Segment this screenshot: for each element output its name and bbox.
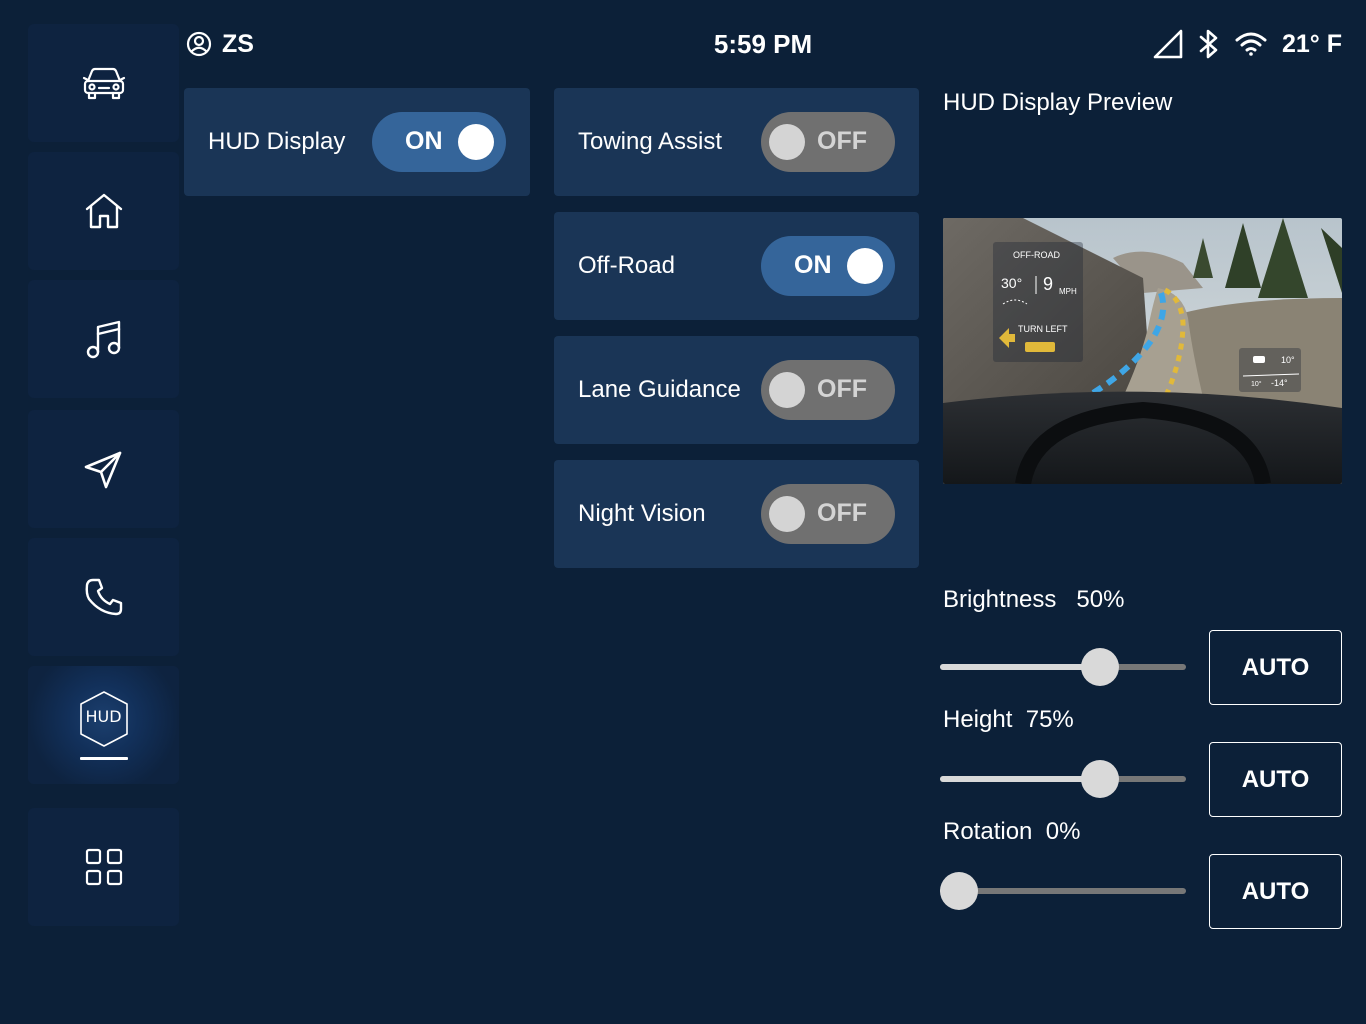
sidebar-item-vehicle[interactable] [28,24,179,142]
brightness-fill [940,664,1100,670]
towing-assist-toggle[interactable]: OFF [761,112,895,172]
user-profile[interactable]: ZS [186,30,254,58]
night-vision-toggle[interactable]: OFF [761,484,895,544]
night-vision-label: Night Vision [578,500,706,527]
toggle-knob [847,248,883,284]
overlay-speed-unit: MPH [1059,287,1077,296]
grid-icon [85,848,122,886]
toggle-state: OFF [817,499,867,527]
overlay-turn: TURN LEFT [1018,324,1068,334]
height-label: Height 75% [943,706,1074,734]
brightness-label: Brightness 50% [943,586,1124,614]
home-icon [85,193,122,229]
toggle-state: ON [794,251,832,279]
toggle-knob [769,496,805,532]
bluetooth-icon [1199,29,1218,59]
sidebar-item-phone[interactable] [28,538,179,656]
user-avatar-icon [186,31,212,57]
overlay-roll-left: 10° [1251,380,1262,388]
off-road-card: Off-Road ON [554,212,919,320]
sidebar-item-navigation[interactable] [28,410,179,528]
brightness-auto-button[interactable]: AUTO [1209,630,1342,705]
height-value: 75% [1025,706,1074,733]
rotation-label: Rotation 0% [943,818,1080,846]
rotation-thumb[interactable] [940,872,978,910]
hud-label: HUD [85,707,122,726]
music-note-icon [86,320,120,359]
brightness-value: 50% [1076,586,1125,613]
overlay-roll-right: -14° [1271,378,1288,388]
toggle-state: ON [405,127,443,155]
outside-temperature: 21° F [1281,29,1342,58]
off-road-label: Off-Road [578,252,675,279]
hud-display-toggle[interactable]: ON [372,112,506,172]
navigation-arrow-icon [84,451,121,489]
phone-icon [85,578,122,616]
brightness-thumb[interactable] [1080,648,1119,686]
preview-title: HUD Display Preview [943,89,1173,116]
overlay-mode: OFF-ROAD [1013,250,1060,260]
night-vision-card: Night Vision OFF [554,460,919,568]
height-thumb[interactable] [1080,760,1119,798]
cellular-signal-icon [1153,29,1183,59]
rotation-value: 0% [1045,818,1081,845]
user-initials: ZS [222,29,254,58]
off-road-toggle[interactable]: ON [761,236,895,296]
toggle-knob [769,124,805,160]
lane-guidance-label: Lane Guidance [578,376,741,403]
toggle-knob [458,124,494,160]
towing-assist-label: Towing Assist [578,128,723,155]
lane-guidance-toggle[interactable]: OFF [761,360,895,420]
hud-display-label: HUD Display [208,128,346,155]
sidebar-item-music[interactable] [28,280,179,398]
toggle-state: OFF [817,375,867,403]
height-name: Height [943,706,1013,733]
brightness-name: Brightness [943,586,1057,613]
car-icon [82,67,125,100]
hud-preview-image: OFF-ROAD 30° 9 MPH TURN LEFT 10° 10° -14… [943,218,1342,484]
rotation-slider[interactable] [940,872,1186,910]
height-auto-button[interactable]: AUTO [1209,742,1342,817]
overlay-pitch: 10° [1281,355,1295,365]
toggle-state: OFF [817,127,867,155]
brightness-slider[interactable] [940,648,1186,686]
status-indicators: 21° F [1152,26,1342,62]
height-slider[interactable] [940,760,1186,798]
overlay-angle: 30° [1001,275,1022,291]
wifi-icon [1235,32,1267,56]
lane-guidance-card: Lane Guidance OFF [554,336,919,444]
sidebar-item-hud[interactable]: HUD [28,666,179,784]
sidebar-item-apps[interactable] [28,808,179,926]
active-indicator [79,757,128,760]
rotation-auto-button[interactable]: AUTO [1209,854,1342,929]
towing-assist-card: Towing Assist OFF [554,88,919,196]
sidebar-item-home[interactable] [28,152,179,270]
clock: 5:59 PM [713,29,813,59]
rotation-name: Rotation [943,818,1033,845]
overlay-speed: 9 [1043,274,1053,294]
toggle-knob [769,372,805,408]
hud-display-card: HUD Display ON [184,88,530,196]
height-fill [940,776,1100,782]
